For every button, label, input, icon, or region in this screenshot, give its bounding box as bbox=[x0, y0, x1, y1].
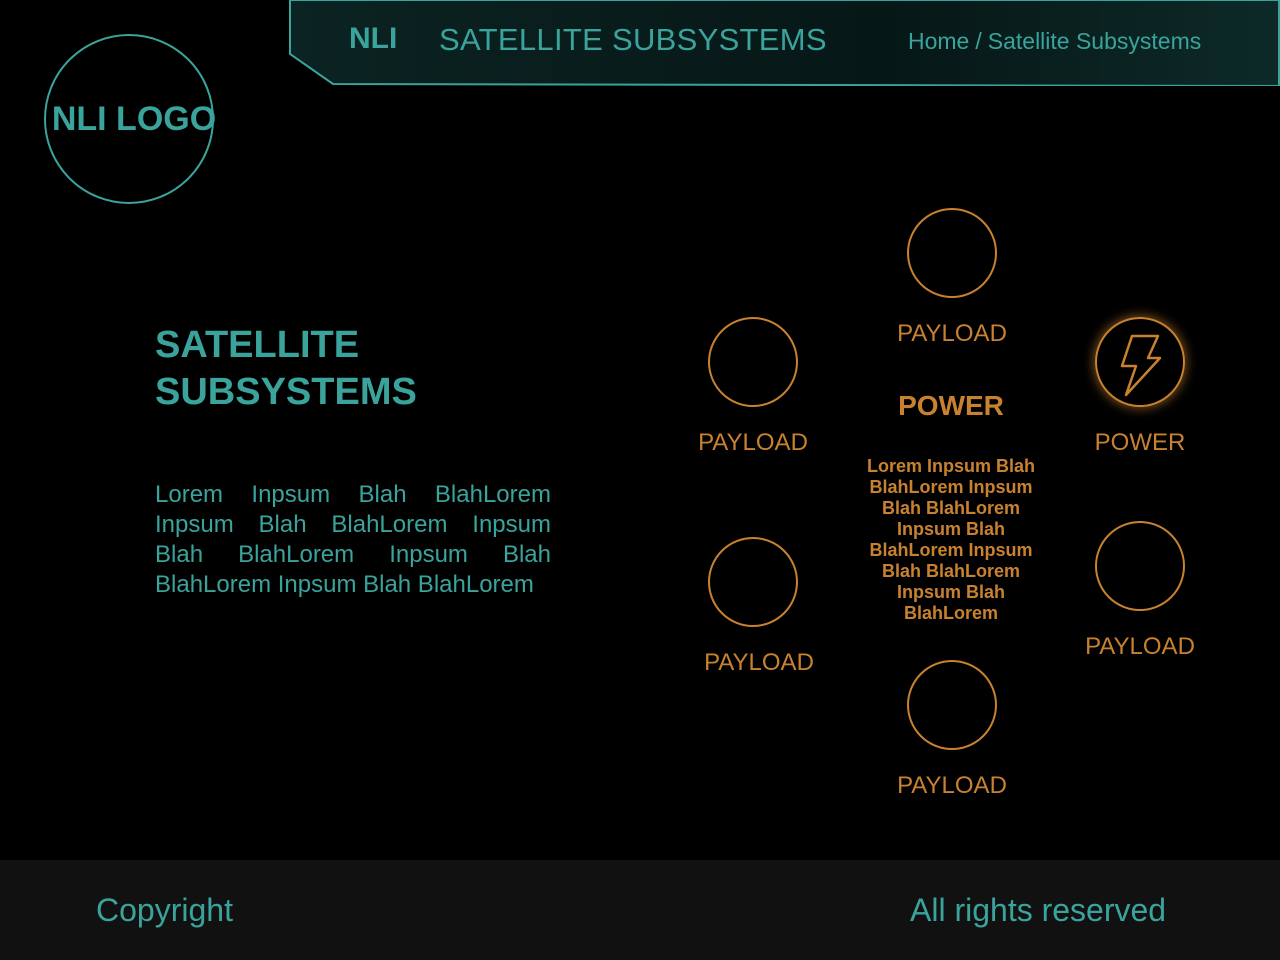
payload-circle-icon bbox=[708, 317, 798, 407]
breadcrumb-current-link[interactable]: Satellite Subsystems bbox=[988, 28, 1201, 54]
subsystem-node-upper-left-payload[interactable]: PAYLOAD bbox=[673, 317, 833, 458]
payload-circle-icon bbox=[708, 537, 798, 627]
subsystem-label: PAYLOAD bbox=[704, 649, 814, 676]
breadcrumb-separator: / bbox=[975, 28, 982, 54]
footer: Copyright All rights reserved bbox=[0, 860, 1280, 960]
subsystem-node-bottom-payload[interactable]: PAYLOAD bbox=[872, 660, 1032, 801]
subsystem-node-lower-left-payload[interactable]: PAYLOAD bbox=[673, 537, 833, 678]
subsystem-detail-title: POWER bbox=[898, 390, 1004, 421]
subsystem-label: PAYLOAD bbox=[698, 429, 808, 456]
hero-description: Lorem Inpsum Blah BlahLorem Inpsum Blah … bbox=[155, 481, 551, 598]
logo[interactable]: NLI LOGO bbox=[44, 34, 217, 204]
lightning-bolt-icon bbox=[1120, 334, 1162, 397]
power-circle bbox=[1095, 317, 1185, 407]
subsystem-node-power[interactable]: POWER bbox=[1060, 317, 1220, 458]
subsystem-label: PAYLOAD bbox=[1085, 633, 1195, 660]
footer-rights: All rights reserved bbox=[910, 892, 1167, 928]
payload-circle-icon bbox=[1095, 521, 1185, 611]
payload-circle-icon bbox=[907, 208, 997, 298]
header-title: SATELLITE SUBSYSTEMS bbox=[439, 22, 827, 57]
payload-circle-icon bbox=[907, 660, 997, 750]
breadcrumb: Home / Satellite Subsystems bbox=[908, 26, 1201, 56]
logo-text: NLI LOGO bbox=[51, 99, 217, 138]
page: NLI SATELLITE SUBSYSTEMS Home / Satellite … bbox=[0, 0, 1280, 960]
header-brand[interactable]: NLI bbox=[349, 19, 397, 59]
footer-copyright: Copyright bbox=[96, 892, 233, 928]
breadcrumb-home-link[interactable]: Home bbox=[908, 28, 969, 54]
subsystem-node-top-payload[interactable]: PAYLOAD bbox=[872, 208, 1032, 349]
subsystem-detail-description: Lorem Inpsum Blah BlahLorem Inpsum Blah … bbox=[866, 456, 1036, 623]
subsystem-node-lower-right-payload[interactable]: PAYLOAD bbox=[1060, 521, 1220, 662]
page-title: SATELLITE SUBSYSTEMS bbox=[155, 324, 417, 413]
subsystem-label: PAYLOAD bbox=[897, 320, 1007, 347]
subsystem-label: PAYLOAD bbox=[897, 772, 1007, 799]
subsystem-label: POWER bbox=[1094, 429, 1186, 456]
